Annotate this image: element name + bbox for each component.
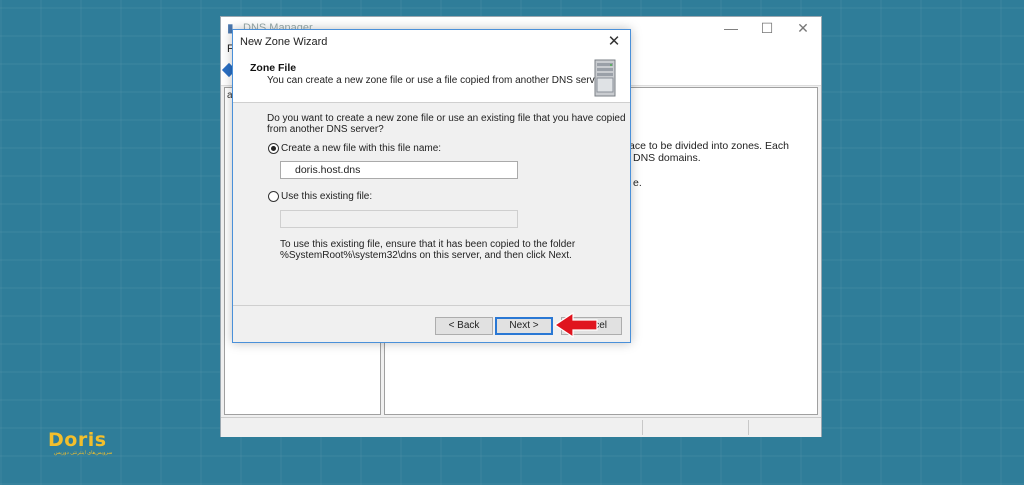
server-icon <box>594 59 616 97</box>
doris-logo: Doris ﺳﺮﻭیس‌های اینترنتی دوریس <box>48 430 112 456</box>
note-text: To use this existing file, ensure that i… <box>280 239 576 250</box>
question-text: from another DNS server? <box>267 124 384 135</box>
close-icon[interactable]: ✕ <box>793 20 813 37</box>
logo-wordmark: Doris <box>48 429 107 451</box>
status-divider <box>748 420 749 435</box>
details-text-line: ace to be divided into zones. Each <box>629 140 789 152</box>
red-arrow-icon <box>553 311 598 339</box>
create-new-file-radio[interactable] <box>268 143 279 154</box>
next-button[interactable]: Next > <box>495 317 553 335</box>
question-text: Do you want to create a new zone file or… <box>267 113 626 124</box>
page-subtitle: You can create a new zone file or use a … <box>267 75 606 86</box>
wizard-titlebar: New Zone Wizard ✕ <box>233 30 630 54</box>
wizard-body: Do you want to create a new zone file or… <box>233 103 630 306</box>
new-file-name-input[interactable]: doris.host.dns <box>280 161 518 179</box>
details-text-line: e. <box>633 177 642 189</box>
wizard-header: Zone File You can create a new zone file… <box>233 54 630 103</box>
new-zone-wizard-dialog: New Zone Wizard ✕ Zone File You can crea… <box>232 29 631 343</box>
note-text: %SystemRoot%\system32\dns on this server… <box>280 250 572 261</box>
maximize-icon[interactable]: ☐ <box>757 20 777 37</box>
details-text-line: DNS domains. <box>633 152 701 164</box>
status-divider <box>642 420 643 435</box>
status-bar <box>221 417 821 437</box>
use-existing-file-label[interactable]: Use this existing file: <box>281 191 372 202</box>
footer-divider <box>233 305 630 306</box>
wizard-title: New Zone Wizard <box>240 36 328 48</box>
page-title: Zone File <box>250 62 297 74</box>
existing-file-input <box>280 210 518 228</box>
close-icon[interactable]: ✕ <box>604 32 624 52</box>
minimize-icon[interactable]: — <box>721 20 741 36</box>
logo-tagline: ﺳﺮﻭیس‌های اینترنتی دوریس <box>54 450 113 456</box>
use-existing-file-radio[interactable] <box>268 191 279 202</box>
back-button[interactable]: < Back <box>435 317 493 335</box>
create-new-file-label[interactable]: Create a new file with this file name: <box>281 143 441 154</box>
